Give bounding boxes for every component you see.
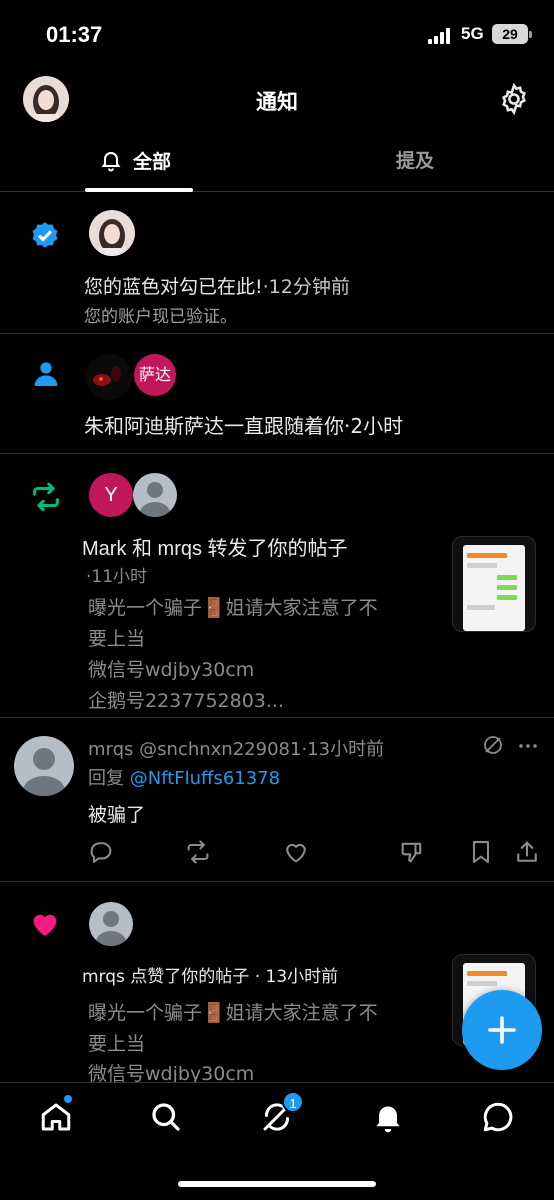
person-icon xyxy=(30,358,62,390)
reply-author-name[interactable]: mrqs xyxy=(88,739,133,760)
bottom-nav: 1 xyxy=(0,1082,554,1200)
like-icon[interactable] xyxy=(282,838,310,866)
post-thumbnail[interactable] xyxy=(452,536,536,632)
status-bar: 01:37 5G 29 xyxy=(0,0,554,68)
liker-avatar[interactable] xyxy=(89,902,133,946)
page-title: 通知 xyxy=(256,90,298,114)
notifications-icon[interactable] xyxy=(370,1099,406,1135)
verified-body: 您的账户现已验证。 xyxy=(84,307,237,327)
repost-excerpt-line2: 要上当 xyxy=(88,628,146,650)
notification-tabs: 全部 提及 xyxy=(0,132,554,192)
verified-time: ·12分钟前 xyxy=(262,276,350,298)
tab-mentions[interactable]: 提及 xyxy=(360,132,470,192)
dislike-icon[interactable] xyxy=(398,838,426,866)
bell-icon xyxy=(99,148,123,172)
reply-author-handle[interactable]: @snchnxn229081 xyxy=(139,739,301,760)
like-text: mrqs 点赞了你的帖子 xyxy=(82,967,250,987)
share-icon[interactable] xyxy=(513,838,541,866)
reply-time: ·13小时前 xyxy=(301,739,385,760)
notification-repost[interactable]: Y Mark 和 mrqs 转发了你的帖子 ·11小时 曝光一个骗子🚪姐请大家注… xyxy=(0,454,554,718)
user-avatar[interactable] xyxy=(89,210,135,256)
header: 通知 xyxy=(0,68,554,130)
follower-avatar-2[interactable]: 萨达 xyxy=(134,354,176,396)
verified-title: 您的蓝色对勾已在此! xyxy=(84,276,263,298)
notification-follow[interactable]: 萨达 朱和阿迪斯萨达一直跟随着你·2小时 xyxy=(0,334,554,454)
repost-excerpt-line4: 企鹅号2237752803... xyxy=(88,690,285,712)
like-excerpt-line1: 曝光一个骗子🚪姐请大家注意了不 xyxy=(88,1002,378,1024)
repost-time: ·11小时 xyxy=(86,567,148,587)
home-indicator xyxy=(178,1181,376,1187)
reply-body: 被骗了 xyxy=(88,804,146,826)
tab-all-label: 全部 xyxy=(133,151,172,173)
repost-excerpt-line3: 微信号wdjby30cm xyxy=(88,659,255,681)
repost-text: Mark 和 mrqs 转发了你的帖子 xyxy=(82,538,348,560)
network-label: 5G xyxy=(461,24,484,43)
reply-author-avatar[interactable] xyxy=(14,736,74,796)
reposter-avatar-2[interactable] xyxy=(133,473,177,517)
reposter-avatar-1[interactable]: Y xyxy=(89,473,133,517)
repost-excerpt-line1: 曝光一个骗子🚪姐请大家注意了不 xyxy=(88,597,378,619)
follow-text: 朱和阿迪斯萨达一直跟随着你 xyxy=(84,414,344,438)
plus-icon xyxy=(488,1016,516,1044)
gear-icon[interactable] xyxy=(497,82,531,116)
tab-all[interactable]: 全部 xyxy=(85,132,193,192)
repost-icon[interactable] xyxy=(184,838,212,866)
like-excerpt-line2: 要上当 xyxy=(88,1033,146,1055)
status-time: 01:37 xyxy=(46,22,103,47)
notification-verified[interactable]: 您的蓝色对勾已在此!·12分钟前 您的账户现已验证。 xyxy=(0,192,554,334)
signal-icon xyxy=(428,28,454,44)
reply-icon[interactable] xyxy=(87,838,115,866)
repost-icon xyxy=(29,480,63,514)
search-icon[interactable] xyxy=(148,1099,184,1135)
compose-button[interactable] xyxy=(462,990,542,1070)
grok-icon[interactable]: 1 xyxy=(259,1091,304,1135)
verified-badge-icon xyxy=(28,218,62,252)
reply-prefix: 回复 xyxy=(88,768,124,789)
messages-icon[interactable] xyxy=(480,1099,516,1135)
reply-to-handle[interactable]: @NftFluffs61378 xyxy=(130,768,280,789)
heart-icon xyxy=(29,908,61,940)
grok-icon[interactable] xyxy=(481,733,505,757)
bookmark-icon[interactable] xyxy=(467,838,495,866)
home-badge-dot xyxy=(64,1095,72,1103)
more-icon[interactable] xyxy=(516,734,540,758)
battery-icon: 29 xyxy=(492,24,532,44)
home-icon[interactable] xyxy=(38,1095,74,1135)
follower-avatar-1[interactable] xyxy=(86,354,132,400)
like-time: · 13小时前 xyxy=(254,967,339,987)
grok-badge: 1 xyxy=(282,1091,304,1113)
follow-time: ·2小时 xyxy=(344,414,404,438)
